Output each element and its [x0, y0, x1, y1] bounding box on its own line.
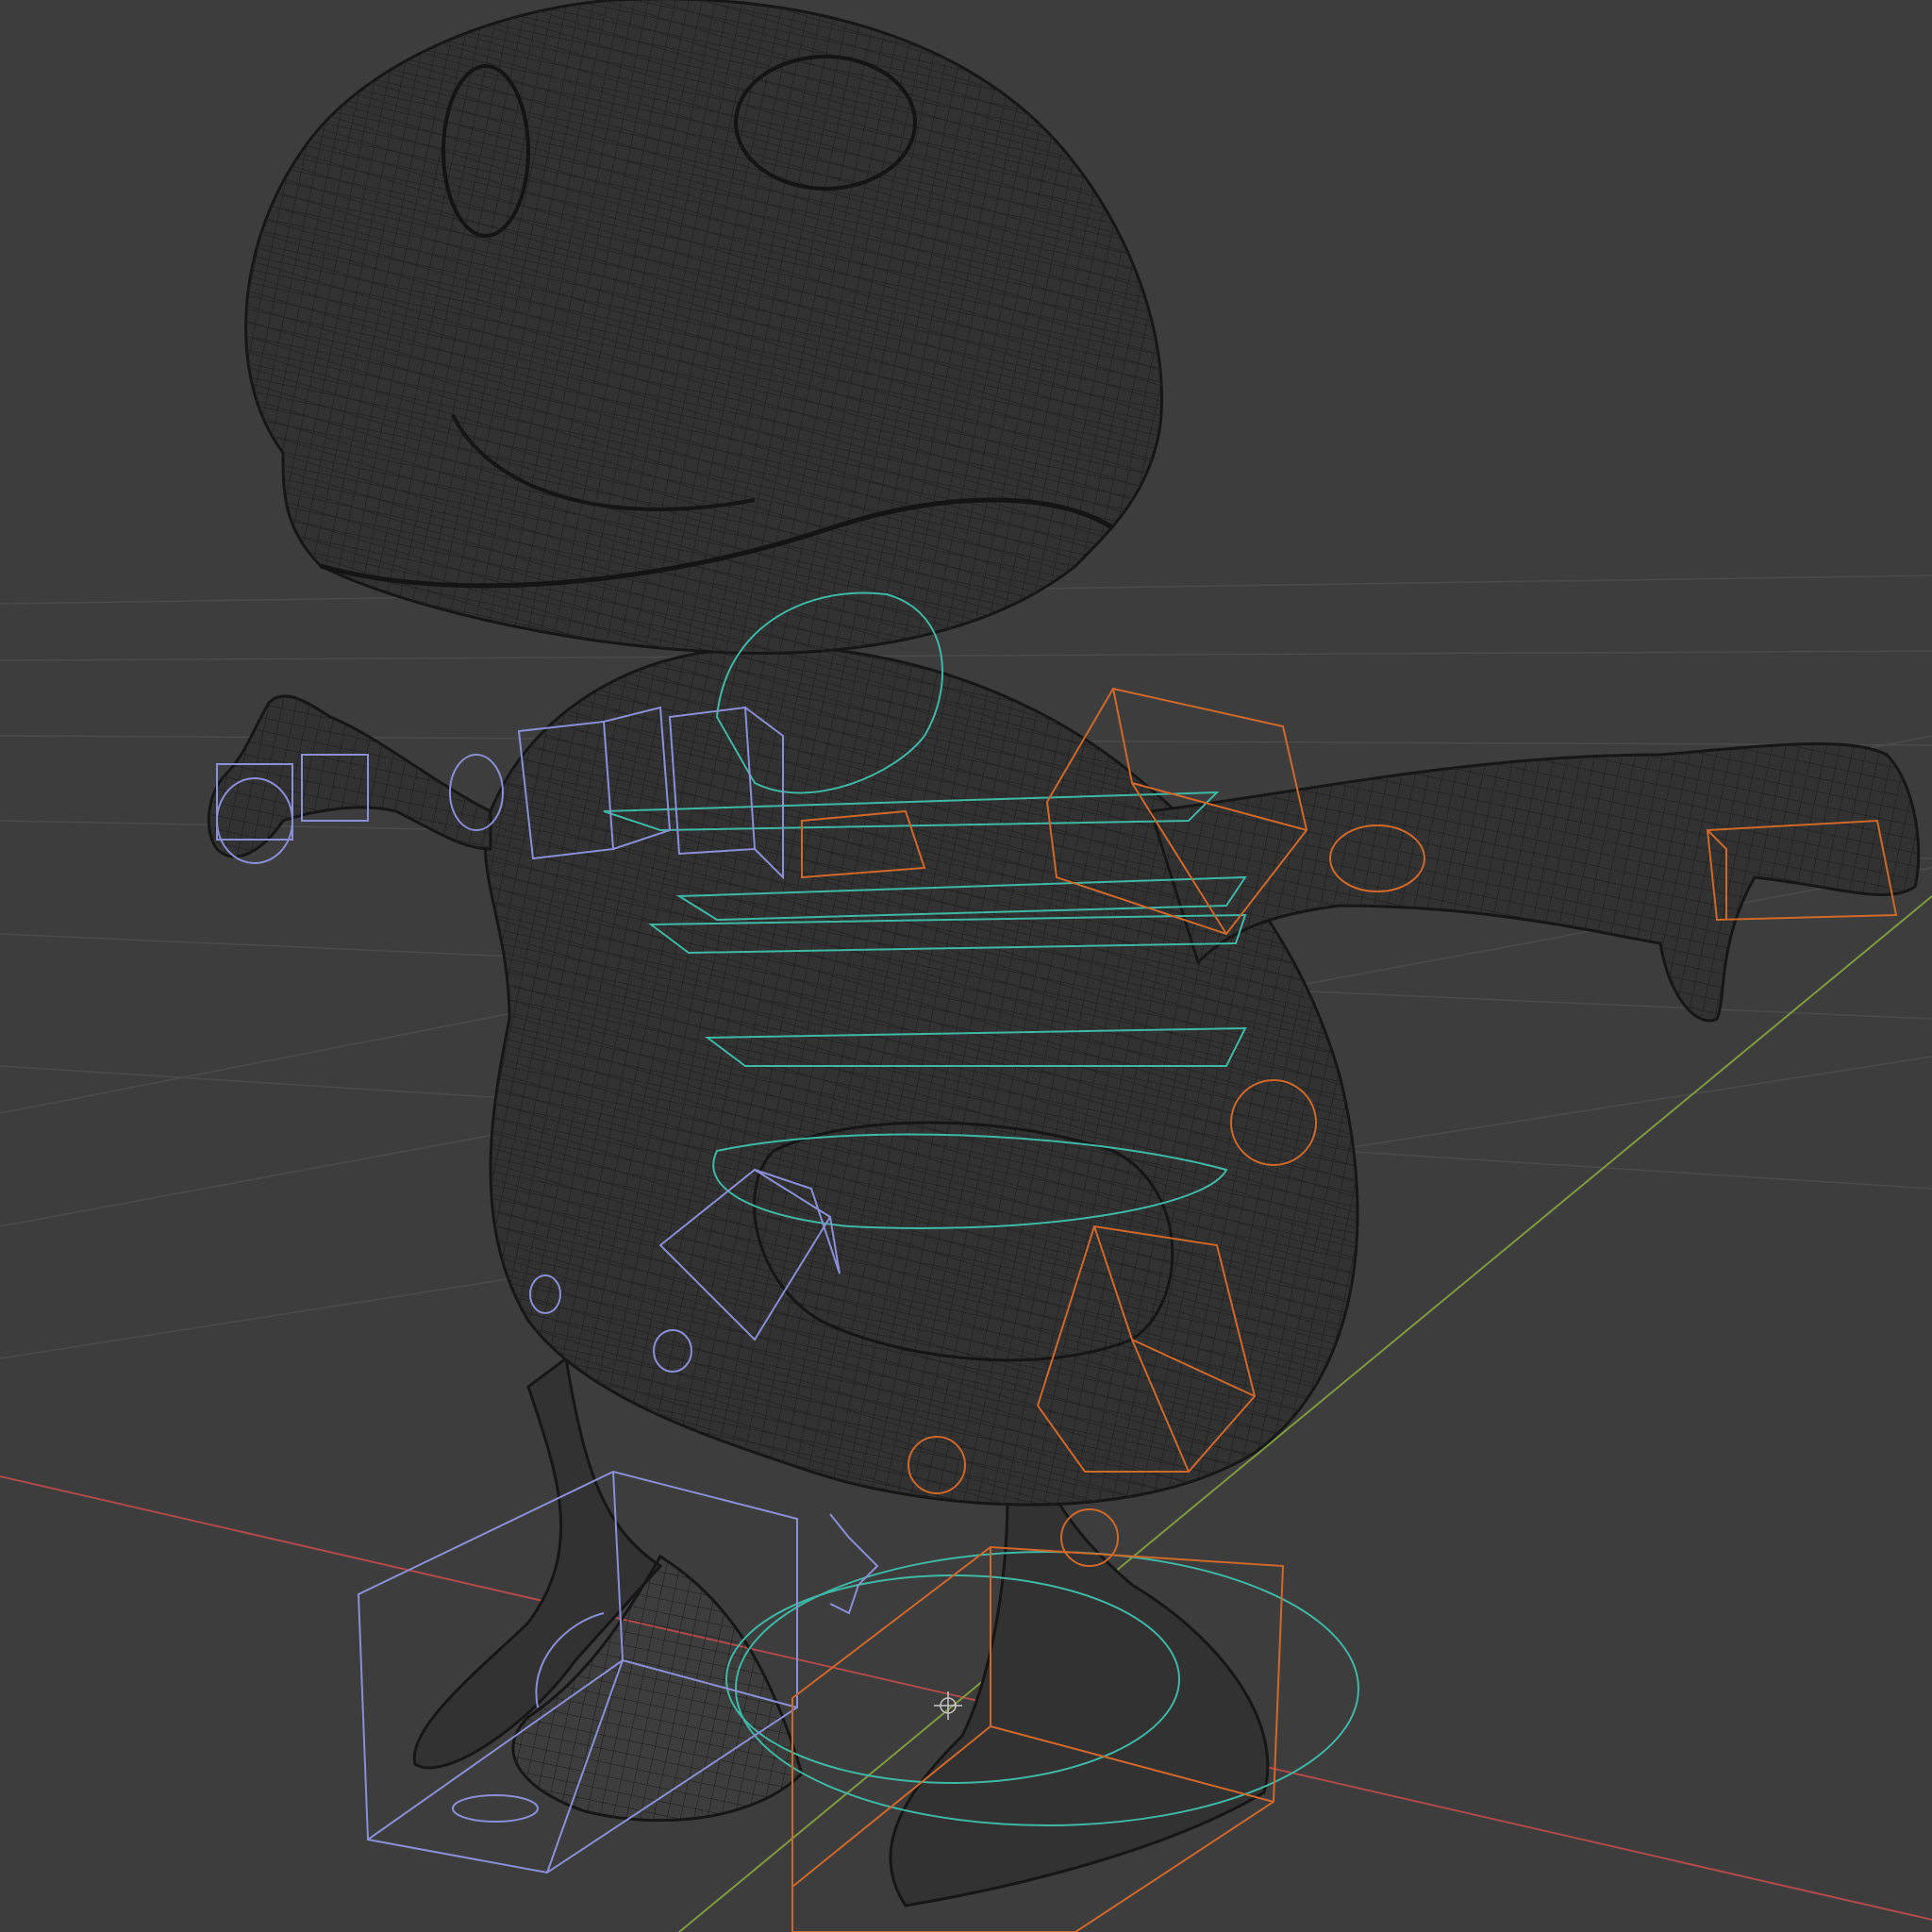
character-mesh[interactable]: [207, 0, 1921, 1907]
rig-left-toe-ring[interactable]: [452, 1794, 539, 1823]
3d-viewport[interactable]: [0, 0, 1932, 1932]
viewport-canvas[interactable]: [0, 0, 1932, 1932]
rig-left-ankle-ctrl[interactable]: [829, 1513, 879, 1615]
